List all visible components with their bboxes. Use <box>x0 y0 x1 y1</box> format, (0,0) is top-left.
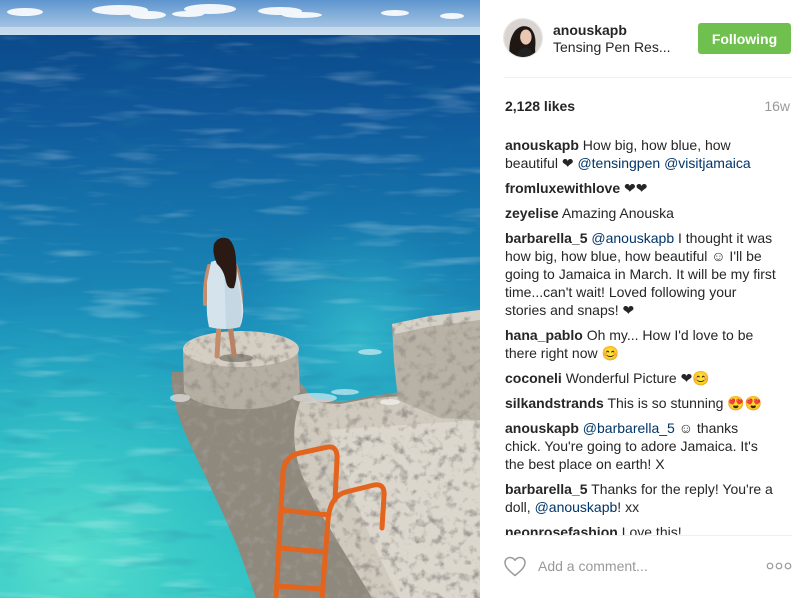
header-divider <box>504 77 792 78</box>
comments-divider <box>504 535 792 536</box>
comment-username[interactable]: anouskapb <box>505 137 579 153</box>
comment: silkandstrands This is so stunning 😍😍 <box>505 394 777 412</box>
comment-username[interactable]: coconeli <box>505 370 562 386</box>
comment: fromluxewithlove ❤❤ <box>505 179 777 197</box>
comment: coconeli Wonderful Picture ❤😊 <box>505 369 777 387</box>
comment-text: ❤❤ <box>624 180 648 196</box>
photo-sky <box>0 0 480 36</box>
following-button[interactable]: Following <box>698 23 791 54</box>
comments-list[interactable]: anouskapb How big, how blue, how beautif… <box>505 136 777 535</box>
comment-text: ! xx <box>617 499 640 515</box>
comment-text: Amazing Anouska <box>561 205 674 221</box>
post-age[interactable]: 16w <box>764 97 790 115</box>
comment-mention[interactable]: @anouskapb <box>591 230 674 246</box>
comment-mention[interactable]: @visitjamaica <box>664 155 751 171</box>
post-sidebar: anouskapb Tensing Pen Res... Following 2… <box>480 0 793 598</box>
comment-username[interactable]: hana_pablo <box>505 327 583 343</box>
comment-username[interactable]: barbarella_5 <box>505 230 588 246</box>
comment-username[interactable]: anouskapb <box>505 420 579 436</box>
comment-mention[interactable]: @barbarella_5 <box>583 420 675 436</box>
comment: barbarella_5 Thanks for the reply! You'r… <box>505 480 777 516</box>
comment-text: Wonderful Picture ❤😊 <box>565 370 710 386</box>
comment-text: Love this! <box>621 524 682 535</box>
comment-username[interactable]: fromluxewithlove <box>505 180 620 196</box>
comment-text: This is so stunning 😍😍 <box>607 395 763 411</box>
header-username[interactable]: anouskapb <box>553 21 627 39</box>
comment-username[interactable]: neonrosefashion <box>505 524 618 535</box>
comment: neonrosefashion Love this! <box>505 523 777 535</box>
comment-mention[interactable]: @tensingpen <box>577 155 660 171</box>
comment-mention[interactable]: @anouskapb <box>535 499 618 515</box>
more-options-icon[interactable] <box>766 561 792 571</box>
post-photo[interactable] <box>0 0 480 598</box>
location-link[interactable]: Tensing Pen Res... <box>553 38 671 56</box>
comment: zeyelise Amazing Anouska <box>505 204 777 222</box>
likes-count[interactable]: 2,128 likes <box>505 97 575 115</box>
comment: barbarella_5 @anouskapb I thought it was… <box>505 229 777 319</box>
comment: anouskapb How big, how blue, how beautif… <box>505 136 777 172</box>
comment-input[interactable] <box>538 556 738 576</box>
comment-username[interactable]: silkandstrands <box>505 395 604 411</box>
comment: anouskapb @barbarella_5 ☺ thanks chick. … <box>505 419 777 473</box>
avatar[interactable] <box>503 18 543 58</box>
comment-username[interactable]: barbarella_5 <box>505 481 588 497</box>
comment-username[interactable]: zeyelise <box>505 205 559 221</box>
comment: hana_pablo Oh my... How I'd love to be t… <box>505 326 777 362</box>
heart-outline-icon[interactable] <box>503 555 527 577</box>
